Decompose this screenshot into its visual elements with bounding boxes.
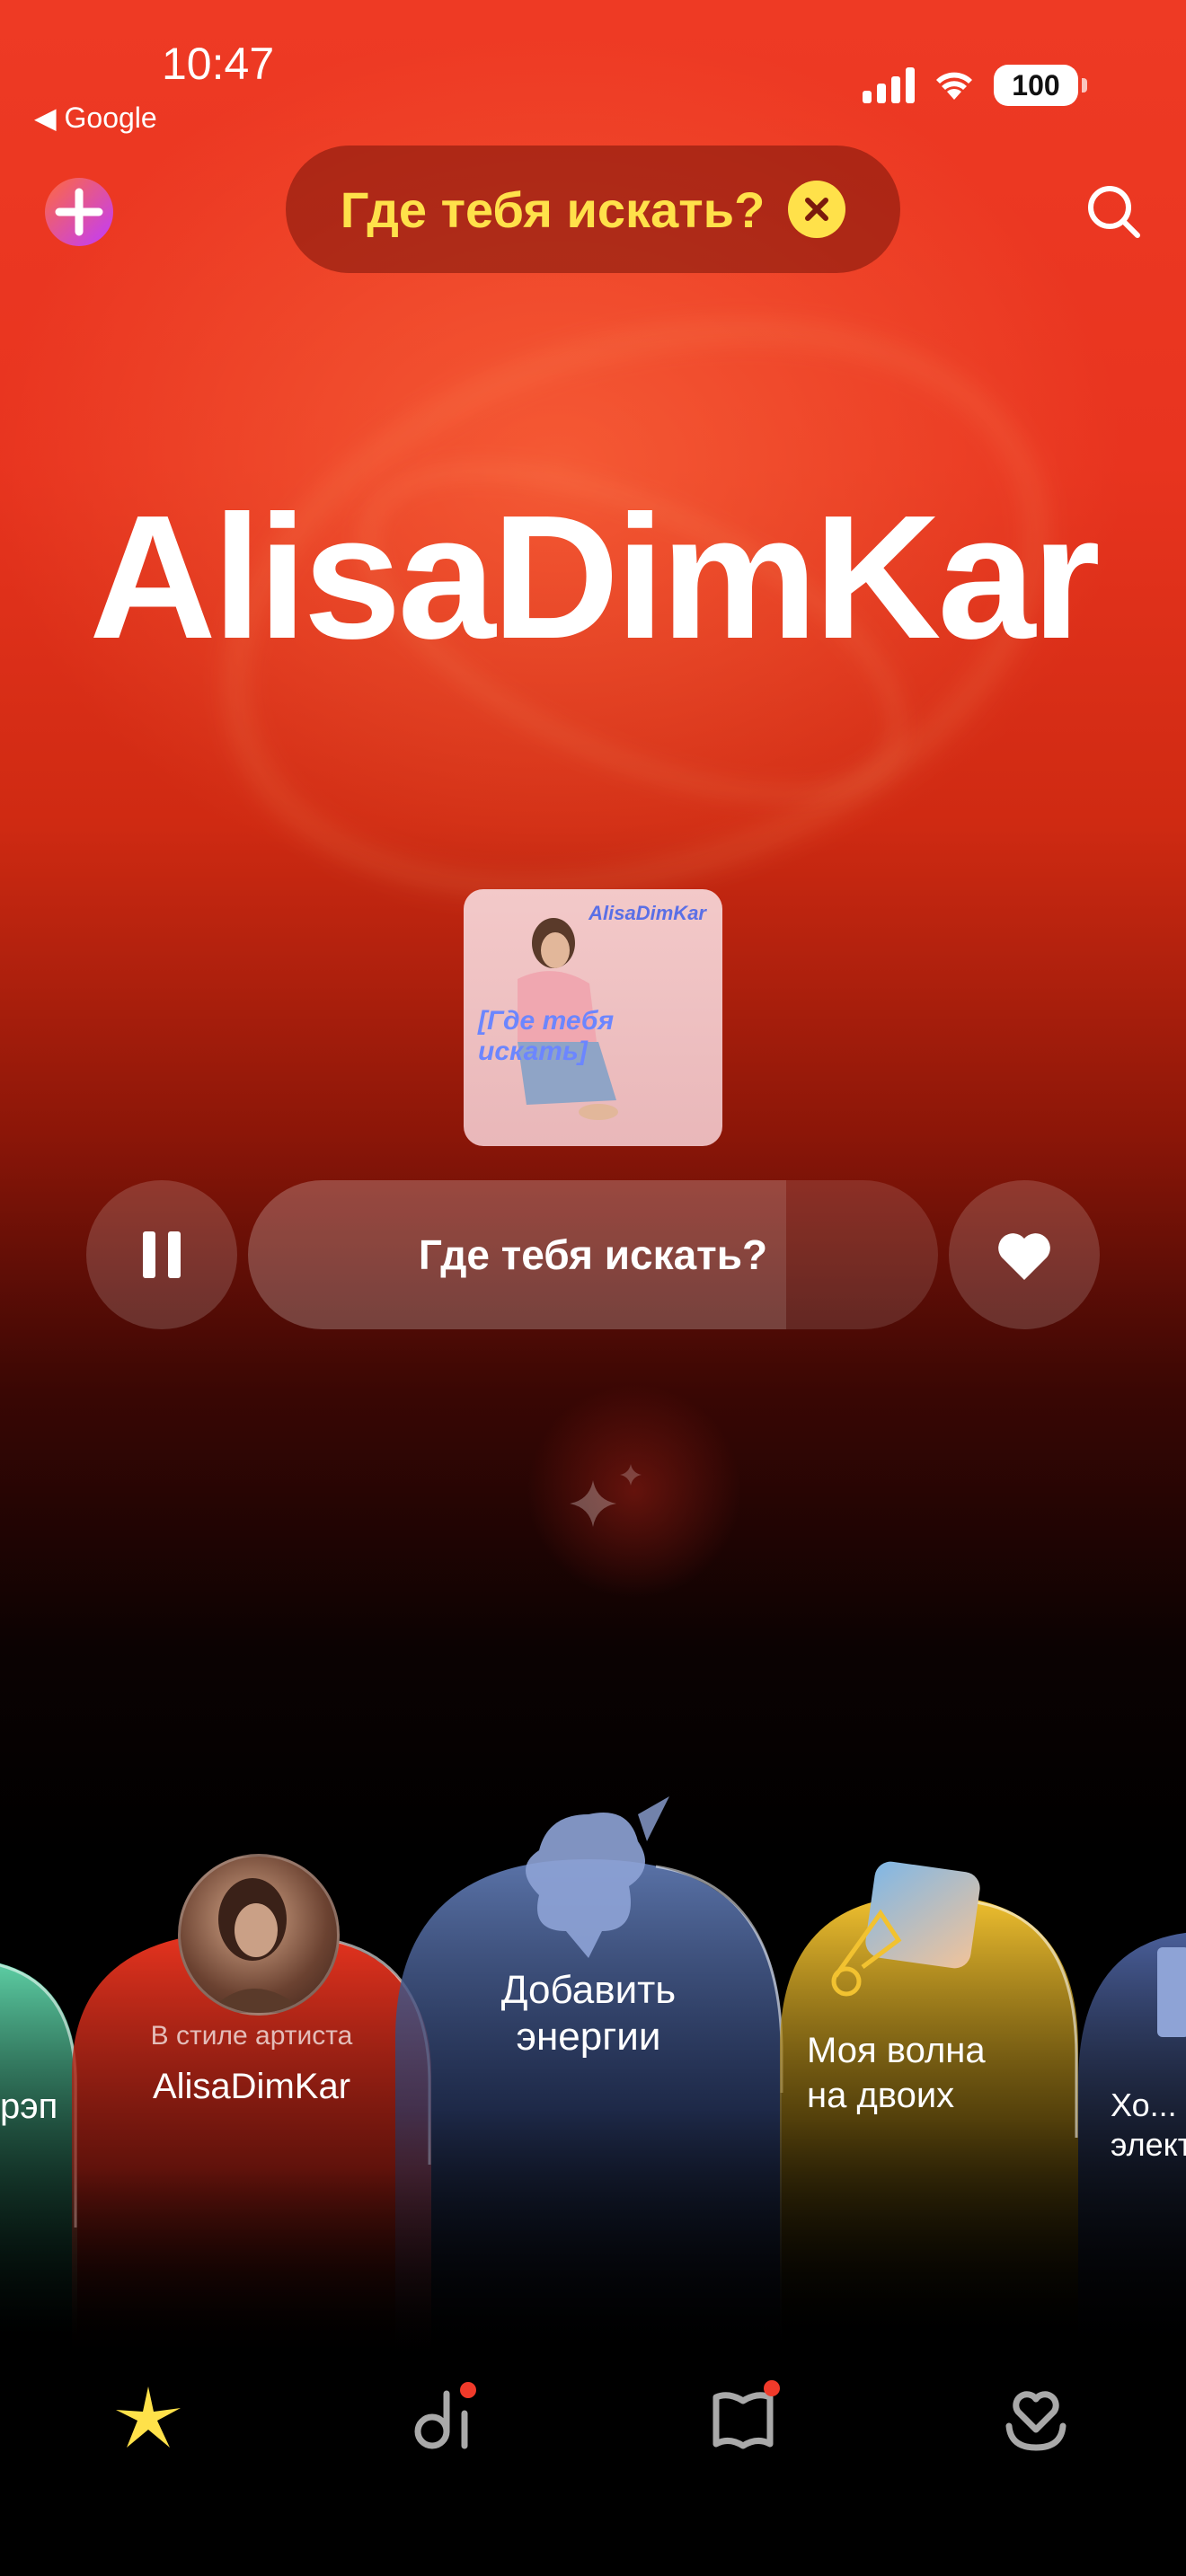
wave-card-label: Моя волна на двоих — [807, 2031, 986, 2115]
notification-dot — [460, 2382, 476, 2398]
cover-title-text: [Где тебя искать] — [478, 1006, 615, 1066]
heart-collection-icon — [1005, 2391, 1067, 2451]
sparkle-icon — [570, 1464, 642, 1527]
tab-books[interactable] — [703, 2378, 783, 2459]
wave-card-duo[interactable]: Моя волна на двоих — [780, 1859, 1078, 2344]
cover-artist-text: AlisaDimKar — [589, 902, 706, 924]
wave-card-subtitle: В стиле артиста — [150, 2021, 353, 2051]
tab-main[interactable] — [108, 2378, 189, 2459]
now-playing-bar[interactable]: Где тебя искать? — [248, 1180, 938, 1329]
search-icon — [1088, 186, 1140, 238]
heart-icon — [998, 1233, 1050, 1280]
back-to-app-link[interactable]: ◀ Google — [34, 101, 157, 135]
pause-button[interactable] — [86, 1180, 237, 1329]
status-icons: 100 — [863, 65, 1087, 106]
notification-dot — [764, 2380, 780, 2396]
sparkle-icon — [116, 2386, 181, 2448]
plus-button[interactable] — [45, 178, 113, 246]
tab-bar — [0, 2335, 1186, 2497]
electronic-icon — [1157, 1947, 1186, 2037]
wave-card-rap[interactable]: рэп — [0, 1958, 77, 2335]
tab-collection[interactable] — [996, 2378, 1076, 2459]
artist-avatar — [178, 1854, 340, 2016]
close-circle-icon[interactable] — [788, 181, 846, 238]
artist-title: AlisaDimKar — [89, 479, 1101, 675]
wave-card-label: рэп — [0, 2086, 58, 2126]
status-time: 10:47 — [162, 39, 275, 89]
pause-icon — [137, 1231, 187, 1278]
wave-card-label: AlisaDimKar — [152, 2067, 351, 2106]
cellular-signal-icon — [863, 67, 915, 103]
search-button[interactable] — [1082, 180, 1146, 244]
now-playing-title: Где тебя искать? — [418, 1231, 768, 1278]
plus-icon — [55, 188, 103, 236]
battery-indicator: 100 — [994, 65, 1087, 106]
wave-card-label: Добавить энергии — [500, 1968, 677, 2059]
my-wave-button[interactable] — [527, 1383, 742, 1599]
wave-card-energy[interactable]: Добавить энергии — [386, 1796, 791, 2362]
now-playing-chip[interactable]: Где тебя искать? — [286, 146, 900, 273]
app-screen: 10:47 ◀ Google 100 Где тебя искать? Alis… — [0, 0, 1186, 2576]
now-playing-chip-label: Где тебя искать? — [340, 181, 766, 238]
wave-card-label: Хо... элект... — [1111, 2086, 1186, 2163]
album-cover[interactable]: AlisaDimKar [Где тебя искать] — [464, 889, 722, 1146]
energy-icon — [526, 1796, 669, 1958]
like-button[interactable] — [949, 1180, 1100, 1329]
music-note-icon — [831, 1909, 902, 1997]
wave-card-electronic[interactable]: Хо... элект... — [1078, 1931, 1186, 2362]
wifi-icon — [936, 72, 972, 100]
tab-podcasts[interactable] — [404, 2378, 485, 2459]
